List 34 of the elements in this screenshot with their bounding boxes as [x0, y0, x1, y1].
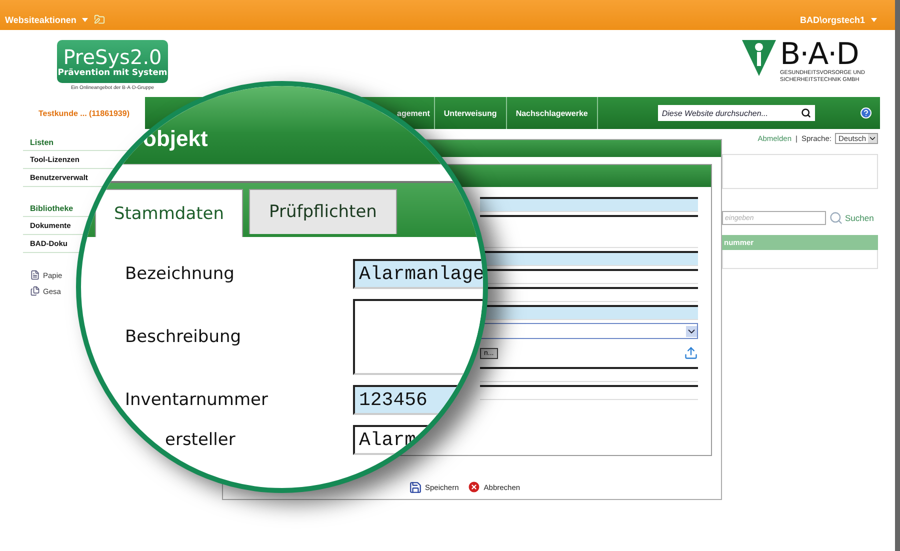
nav-item[interactable]: Unterweisung [434, 97, 507, 129]
chevron-down-icon [686, 326, 697, 336]
text-field[interactable]: Alarmanlage [353, 259, 483, 289]
documents-icon [30, 286, 40, 296]
tab[interactable]: Stammdaten [95, 189, 243, 237]
caret-icon [871, 18, 877, 22]
sidebar-heading: Listen [30, 137, 54, 148]
help-icon[interactable] [860, 107, 872, 119]
brand-name: B·A·D [780, 40, 858, 70]
text-field[interactable] [480, 197, 698, 212]
tab[interactable]: Prüfpflichten [249, 189, 397, 234]
field-label: Beschreibung [125, 327, 242, 347]
dialog-title: objekt [143, 126, 208, 152]
text-area[interactable] [480, 215, 698, 248]
search-icon [829, 211, 843, 225]
upload-icon[interactable] [684, 346, 698, 360]
site-search-field[interactable]: Diese Website durchsuchen... [658, 105, 815, 121]
chevron-down-icon [868, 134, 877, 143]
text-field[interactable] [480, 367, 698, 382]
caret-icon [82, 18, 88, 22]
field-label: ersteller [164, 430, 236, 450]
close-icon [466, 480, 481, 494]
search-button[interactable]: Suchen [829, 211, 874, 225]
sidebar-heading: Bibliotheke [30, 203, 74, 214]
search-icon[interactable] [800, 108, 811, 118]
logo-subtitle: Prävention mit System [58, 68, 168, 78]
text-field[interactable] [480, 385, 698, 400]
nav-item[interactable]: Nachschlagewerke [506, 97, 598, 129]
logo-title: PreSys2.0 [63, 46, 162, 68]
document-icon [30, 270, 40, 280]
field-label: Bezeichnung [125, 264, 236, 284]
select-field[interactable] [480, 323, 698, 339]
brand-logo-icon [742, 40, 776, 76]
field-label: Inventarnummer [125, 390, 269, 410]
